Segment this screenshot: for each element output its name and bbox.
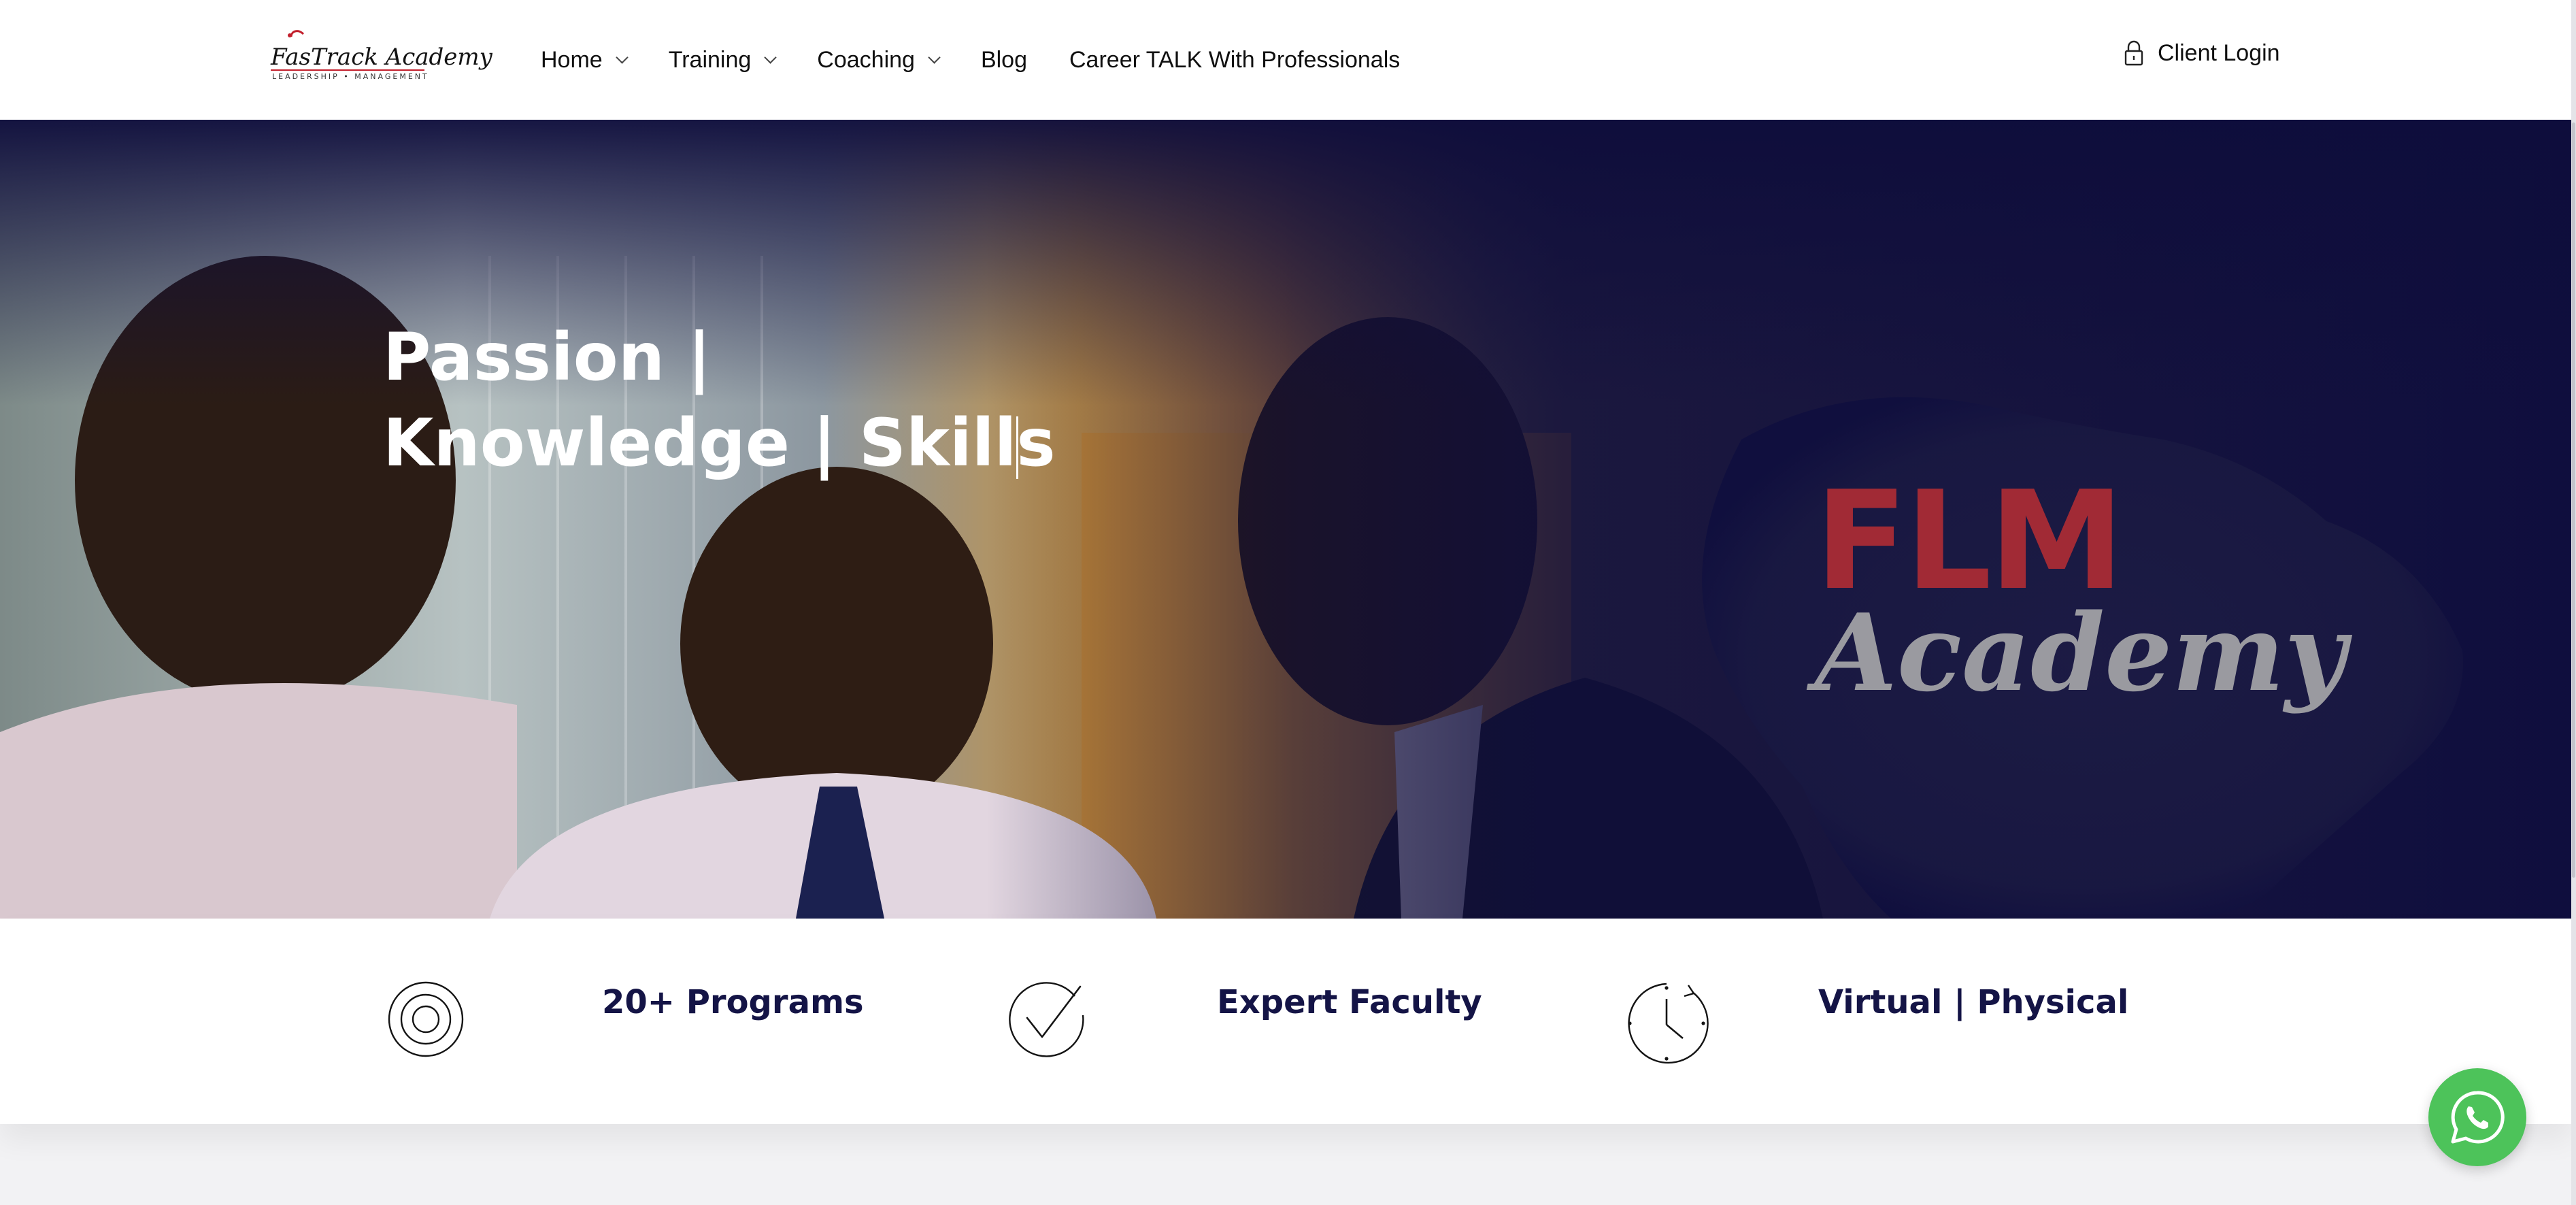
feature-label: Virtual | Physical xyxy=(1818,983,2129,1021)
logo-tagline: LEADERSHIP • MANAGEMENT xyxy=(272,72,429,81)
nav-label: Blog xyxy=(980,46,1027,73)
lock-icon xyxy=(2124,40,2143,66)
whatsapp-chat-button[interactable] xyxy=(2428,1068,2526,1166)
feature-item-delivery: Virtual | Physical xyxy=(0,919,2571,1124)
chevron-down-icon xyxy=(928,50,941,64)
features-strip: 20+ Programs Expert Faculty Virtual | Ph… xyxy=(0,919,2571,1124)
text-cursor xyxy=(1016,416,1018,479)
nav-item-blog[interactable]: Blog xyxy=(981,47,1027,73)
scrollbar-thumb[interactable] xyxy=(2572,122,2575,878)
hero-title-line1: Passion | xyxy=(383,319,712,395)
badge-academy-text: Academy xyxy=(1815,591,2347,715)
main-nav: Home Training Coaching Blog Career TALK … xyxy=(541,0,1442,120)
hero-title-line2: Knowledge | Skills xyxy=(383,405,1056,481)
chevron-down-icon xyxy=(616,50,629,64)
chevron-down-icon xyxy=(764,50,777,64)
nav-label: Coaching xyxy=(817,46,915,73)
site-logo[interactable]: FasTrack Academy LEADERSHIP • MANAGEMENT xyxy=(271,27,492,86)
logo-name: FasTrack Academy xyxy=(271,44,492,71)
nav-item-home[interactable]: Home xyxy=(541,46,629,73)
nav-label: Home xyxy=(541,46,603,73)
hero-section: FLM Academy xyxy=(0,120,2571,919)
whatsapp-icon xyxy=(2451,1091,2505,1144)
clock-refresh-icon xyxy=(1628,983,1709,1064)
hero-title: Passion | Knowledge | Skills xyxy=(383,314,1131,486)
client-login-link[interactable]: Client Login xyxy=(2124,39,2280,67)
nav-item-coaching[interactable]: Coaching xyxy=(817,46,941,73)
nav-item-training[interactable]: Training xyxy=(668,46,777,73)
nav-item-career-talk[interactable]: Career TALK With Professionals xyxy=(1069,47,1400,73)
site-header: FasTrack Academy LEADERSHIP • MANAGEMENT… xyxy=(0,0,2571,120)
logo-rule xyxy=(271,69,424,71)
badge-flm-text: FLM xyxy=(1815,462,2124,621)
nav-label: Career TALK With Professionals xyxy=(1069,46,1401,73)
client-login-label: Client Login xyxy=(2158,39,2280,66)
nav-label: Training xyxy=(668,46,752,73)
